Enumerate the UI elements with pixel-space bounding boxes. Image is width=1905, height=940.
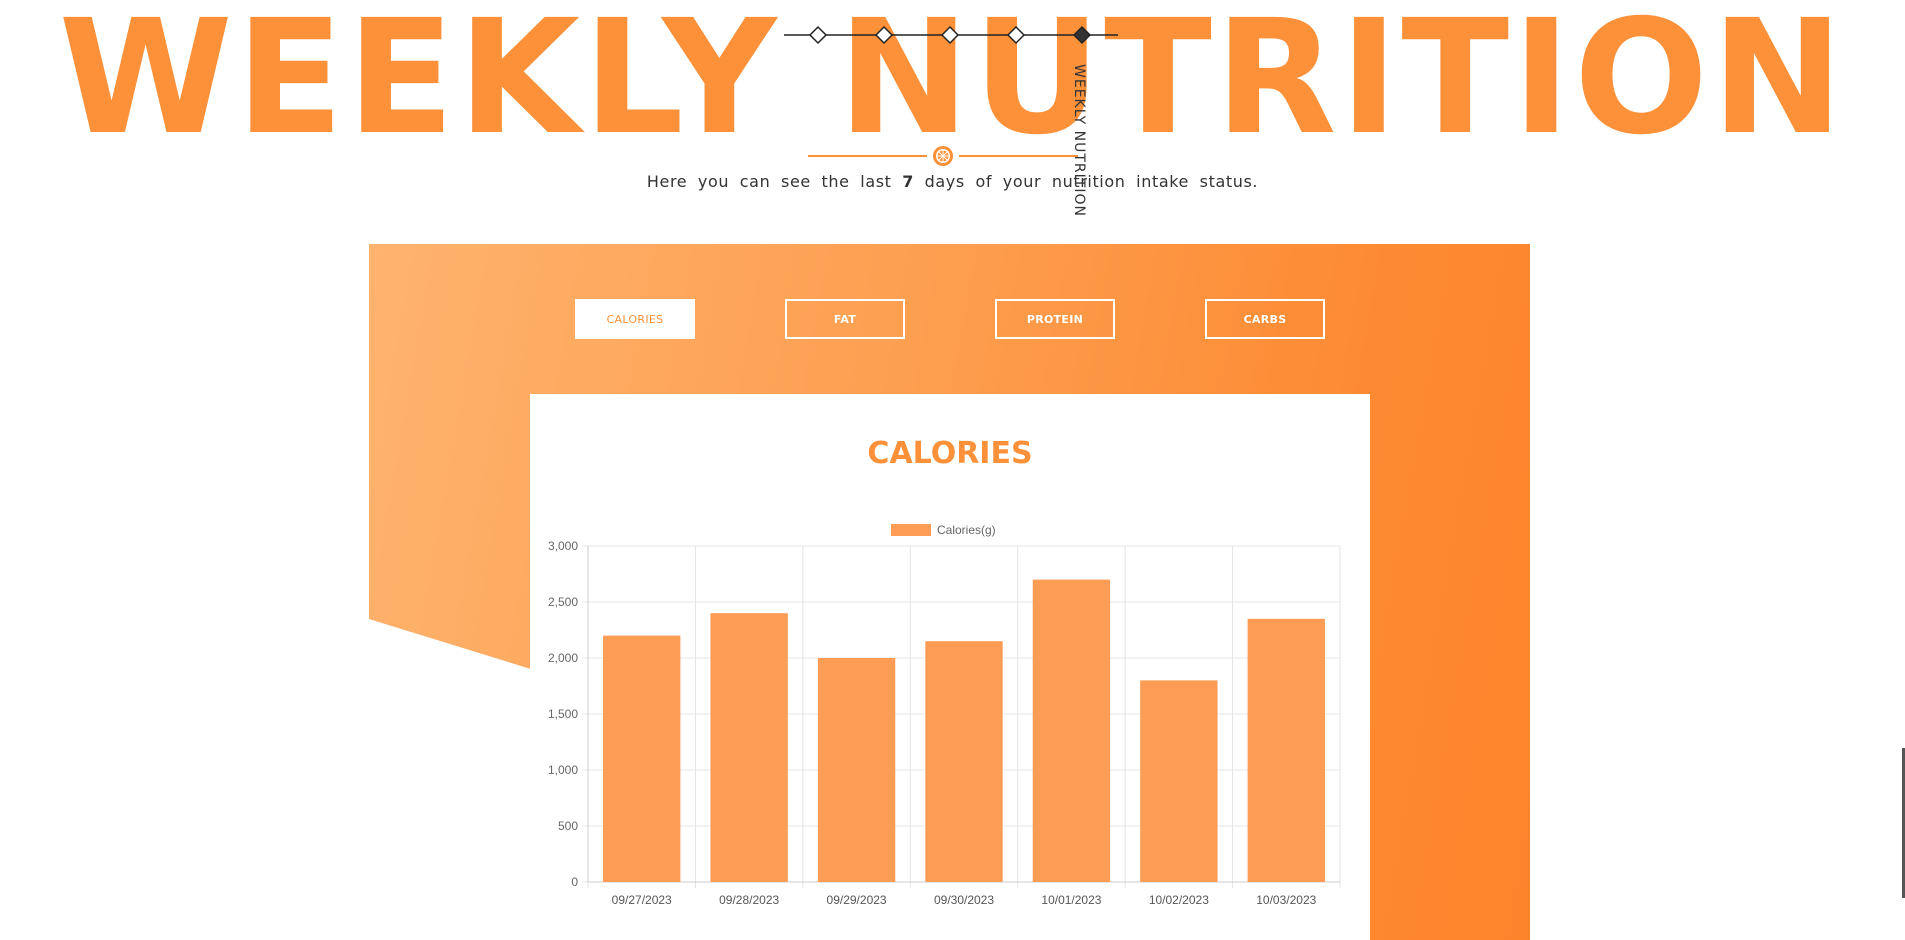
- y-tick-label: 2,500: [548, 595, 578, 609]
- step-diamond[interactable]: [940, 25, 960, 45]
- chart-card: CALORIES Calories(g) 0 500 1,000 1,500 2,000 2…: [530, 394, 1370, 940]
- calories-bar-chart: Calories(g) 0 500 1,000 1,500 2,000 2,500 3,000…: [548, 523, 1341, 907]
- x-tick-label: 09/27/2023: [612, 893, 672, 907]
- x-tick-label: 10/03/2023: [1256, 893, 1316, 907]
- step-diamond-active[interactable]: [1072, 25, 1092, 45]
- bar-10-02-2023[interactable]: [1140, 680, 1218, 882]
- subtitle-text-before: Here you can see the last: [646, 172, 903, 191]
- x-tick-label: 09/29/2023: [827, 893, 887, 907]
- bar-10-01-2023[interactable]: [1032, 579, 1111, 882]
- bar-10-03-2023[interactable]: [1247, 618, 1325, 882]
- legend-label: Calories(g): [937, 523, 996, 537]
- tab-calories[interactable]: CALORIES: [575, 299, 695, 339]
- step-diamond[interactable]: [1006, 25, 1026, 45]
- orange-divider: [808, 146, 1078, 166]
- x-tick-label: 10/02/2023: [1149, 893, 1209, 907]
- tab-protein[interactable]: PROTEIN: [995, 299, 1115, 339]
- tab-fat[interactable]: FAT: [785, 299, 905, 339]
- x-tick-label: 10/01/2023: [1041, 893, 1101, 907]
- y-tick-label: 1,000: [548, 763, 578, 777]
- vertical-side-label: WEEKLY NUTRITION: [1071, 64, 1087, 217]
- step-diamond[interactable]: [808, 25, 828, 45]
- y-tick-label: 0: [571, 875, 578, 889]
- y-tick-label: 3,000: [548, 539, 578, 553]
- tab-carbs[interactable]: CARBS: [1205, 299, 1325, 339]
- subtitle-day-count: 7: [902, 172, 914, 191]
- bar-09-28-2023[interactable]: [710, 613, 788, 882]
- bar-09-29-2023[interactable]: [817, 658, 896, 882]
- legend-swatch: [891, 524, 931, 536]
- x-tick-label: 09/30/2023: [934, 893, 994, 907]
- bar-09-30-2023[interactable]: [925, 641, 1003, 882]
- step-indicator: [784, 25, 1118, 45]
- bar-09-27-2023[interactable]: [603, 635, 681, 882]
- y-tick-label: 2,000: [548, 651, 578, 665]
- step-diamond[interactable]: [874, 25, 894, 45]
- chart-legend[interactable]: Calories(g): [891, 523, 996, 537]
- x-tick-label: 09/28/2023: [719, 893, 779, 907]
- y-tick-label: 1,500: [548, 707, 578, 721]
- page-subtitle: Here you can see the last 7 days of your…: [0, 172, 1905, 191]
- orange-slice-icon: [933, 146, 953, 166]
- subtitle-text-after: days of your nutrition intake status.: [913, 172, 1259, 191]
- y-tick-label: 500: [558, 819, 578, 833]
